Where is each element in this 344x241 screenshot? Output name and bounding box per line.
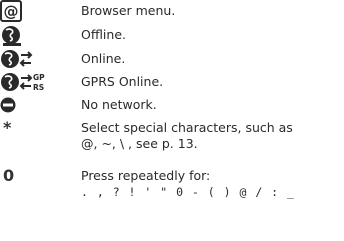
svg-text:@: @ <box>4 3 19 21</box>
browser-menu-icon: @ <box>0 0 42 22</box>
legend-text-gprs-online: GPRS Online. <box>81 74 164 89</box>
star-key-symbol: * <box>0 117 42 139</box>
legend-text-browser-menu: Browser menu. <box>81 3 176 18</box>
online-globe-icon <box>0 48 42 70</box>
zero-key-symbol: 0 <box>0 165 42 187</box>
special-characters-line-2: @, ~, \ , see p. 13. <box>81 136 198 151</box>
gprs-icon-label-bottom: RS <box>33 83 44 92</box>
legend-text-no-network: No network. <box>81 97 157 112</box>
gprs-online-globe-icon: GP RS <box>0 71 60 93</box>
legend-text-special-characters: Select special characters, such as @, ~,… <box>81 120 293 152</box>
legend-text-online: Online. <box>81 51 126 66</box>
press-repeatedly-characters: . , ? ! ' " 0 - ( ) @ / : _ <box>81 185 295 199</box>
legend-text-offline: Offline. <box>81 27 126 42</box>
offline-globe-icon <box>0 25 42 47</box>
special-characters-line-1: Select special characters, such as <box>81 120 293 135</box>
star-key-label: * <box>3 118 12 137</box>
press-repeatedly-line-1: Press repeatedly for: <box>81 168 211 183</box>
no-network-icon <box>0 94 42 116</box>
legend-text-press-repeatedly: Press repeatedly for: . , ? ! ' " 0 - ( … <box>81 168 295 200</box>
zero-key-label: 0 <box>3 166 15 185</box>
gprs-icon-label-top: GP <box>33 73 45 82</box>
